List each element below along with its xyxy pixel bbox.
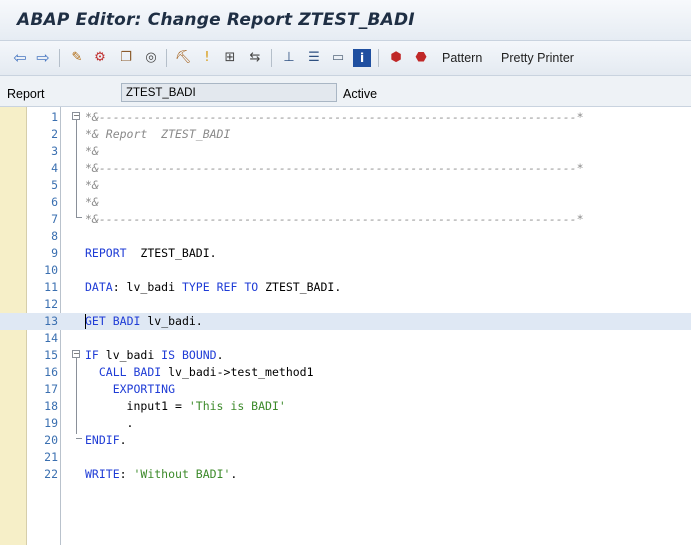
code-line[interactable]: 10	[0, 262, 691, 279]
code-text[interactable]: DATA: lv_badi TYPE REF TO ZTEST_BADI.	[85, 279, 341, 296]
back-arrow-icon[interactable]: ⇦	[11, 49, 29, 67]
line-number: 9	[51, 246, 58, 260]
code-line[interactable]: 17 EXPORTING	[0, 381, 691, 398]
window-title: ABAP Editor: Change Report ZTEST_BADI	[17, 10, 415, 30]
report-name-field: ZTEST_BADI	[121, 83, 337, 102]
application-toolbar: ⇦ ⇨ ✎ ⚙ ❐ ◎ ⛏ ! ⊞ ⇆ ⊥ ☰ ▭ i ⬢ ⬣ Pattern …	[0, 41, 691, 76]
breakpoint-icon[interactable]: ⬢	[387, 49, 405, 67]
code-line[interactable]: 20 ENDIF.	[0, 432, 691, 449]
report-status: Active	[343, 87, 378, 101]
toolbar-separator	[271, 49, 272, 67]
code-text[interactable]: *&--------------------------------------…	[85, 211, 584, 228]
code-text[interactable]: *&--------------------------------------…	[85, 160, 584, 177]
line-number: 16	[44, 365, 58, 379]
code-text[interactable]: *&--------------------------------------…	[85, 109, 584, 126]
stack-icon[interactable]: ☰	[305, 49, 323, 67]
code-line[interactable]: 7 *&-------------------------------------…	[0, 211, 691, 228]
code-text[interactable]: input1 = 'This is BADI'	[85, 398, 286, 415]
line-number: 5	[51, 178, 58, 192]
other-object-icon[interactable]: ❐	[117, 49, 135, 67]
fold-guide-end	[76, 438, 82, 439]
pattern-button[interactable]: Pattern	[442, 51, 482, 65]
report-label: Report	[7, 87, 45, 101]
line-number: 4	[51, 161, 58, 175]
toolbar-separator	[59, 49, 60, 67]
code-line[interactable]: 22 WRITE: 'Without BADI'.	[0, 466, 691, 483]
fold-guide	[76, 120, 77, 217]
code-line[interactable]: 9 REPORT ZTEST_BADI.	[0, 245, 691, 262]
title-bar: ABAP Editor: Change Report ZTEST_BADI	[0, 0, 691, 41]
line-number: 18	[44, 399, 58, 413]
code-line[interactable]: 16 CALL BADI lv_badi->test_method1	[0, 364, 691, 381]
code-text[interactable]: WRITE: 'Without BADI'.	[85, 466, 237, 483]
code-line[interactable]: 5 *&	[0, 177, 691, 194]
code-line[interactable]: 14	[0, 330, 691, 347]
toolbar-separator	[378, 49, 379, 67]
toolbar-separator	[166, 49, 167, 67]
code-line[interactable]: 6 *&	[0, 194, 691, 211]
line-number: 12	[44, 297, 58, 311]
code-text[interactable]: *&	[85, 194, 99, 211]
code-text[interactable]: IF lv_badi IS BOUND.	[85, 347, 224, 364]
line-number: 8	[51, 229, 58, 243]
code-text[interactable]: REPORT ZTEST_BADI.	[85, 245, 217, 262]
code-line[interactable]: 12	[0, 296, 691, 313]
line-number: 15	[44, 348, 58, 362]
report-header-row: Report ZTEST_BADI Active	[0, 76, 691, 107]
fold-guide-end	[76, 217, 82, 218]
line-number: 17	[44, 382, 58, 396]
line-number: 2	[51, 127, 58, 141]
external-breakpoint-icon[interactable]: ⬣	[412, 49, 430, 67]
code-line[interactable]: 8	[0, 228, 691, 245]
code-line[interactable]: 1 *&-------------------------------------…	[0, 109, 691, 126]
navigation-icon[interactable]: ⇆	[246, 49, 264, 67]
line-number: 6	[51, 195, 58, 209]
line-number: 21	[44, 450, 58, 464]
line-number: 13	[44, 314, 58, 328]
line-number: 14	[44, 331, 58, 345]
where-used-icon[interactable]: ⊞	[221, 49, 239, 67]
line-number: 11	[44, 280, 58, 294]
code-line[interactable]: 19 .	[0, 415, 691, 432]
code-text[interactable]: *&	[85, 143, 99, 160]
line-number: 1	[51, 110, 58, 124]
code-line[interactable]: 13 GET BADI lv_badi.	[0, 313, 691, 330]
check-icon[interactable]: ◎	[142, 49, 160, 67]
line-number: 22	[44, 467, 58, 481]
activate-icon[interactable]: ⛏	[174, 49, 192, 67]
fold-toggle-icon[interactable]: −	[72, 112, 80, 120]
code-line[interactable]: 11 DATA: lv_badi TYPE REF TO ZTEST_BADI.	[0, 279, 691, 296]
code-line[interactable]: 18 input1 = 'This is BADI'	[0, 398, 691, 415]
fullscreen-icon[interactable]: ▭	[329, 49, 347, 67]
code-line[interactable]: 15 IF lv_badi IS BOUND.	[0, 347, 691, 364]
line-number: 20	[44, 433, 58, 447]
code-text[interactable]: EXPORTING	[85, 381, 175, 398]
display-change-icon[interactable]: ✎	[68, 49, 86, 67]
line-number: 7	[51, 212, 58, 226]
test-icon[interactable]: !	[198, 49, 216, 67]
code-line[interactable]: 3 *&	[0, 143, 691, 160]
forward-arrow-icon[interactable]: ⇨	[34, 49, 52, 67]
code-line[interactable]: 21	[0, 449, 691, 466]
code-text[interactable]: ENDIF.	[85, 432, 127, 449]
code-text[interactable]: CALL BADI lv_badi->test_method1	[85, 364, 314, 381]
code-text[interactable]: *&	[85, 177, 99, 194]
hierarchy-icon[interactable]: ⊥	[280, 49, 298, 67]
info-icon[interactable]: i	[353, 49, 371, 67]
active-inactive-icon[interactable]: ⚙	[91, 49, 109, 67]
text-cursor	[85, 314, 86, 329]
fold-toggle-icon[interactable]: −	[72, 350, 80, 358]
pretty-printer-button[interactable]: Pretty Printer	[501, 51, 574, 65]
code-text[interactable]: GET BADI lv_badi.	[85, 313, 203, 330]
code-editor[interactable]: 1 *&-------------------------------------…	[0, 107, 691, 545]
line-number: 10	[44, 263, 58, 277]
code-text[interactable]: .	[85, 415, 134, 432]
line-number: 19	[44, 416, 58, 430]
line-number: 3	[51, 144, 58, 158]
fold-guide	[76, 358, 77, 434]
code-text[interactable]: *& Report ZTEST_BADI	[85, 126, 230, 143]
code-line[interactable]: 4 *&-------------------------------------…	[0, 160, 691, 177]
code-line[interactable]: 2 *& Report ZTEST_BADI	[0, 126, 691, 143]
